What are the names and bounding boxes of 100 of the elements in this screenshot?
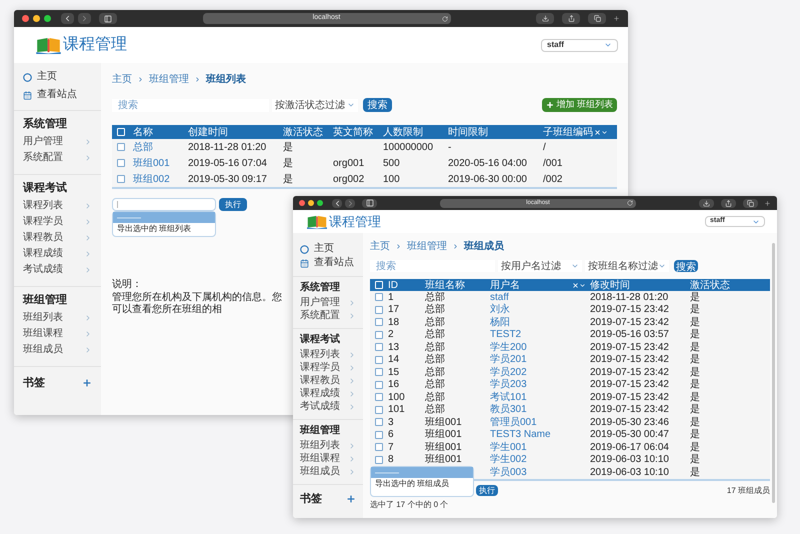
checkbox[interactable] — [117, 159, 125, 167]
download-button[interactable] — [536, 13, 554, 24]
checkbox[interactable] — [375, 318, 383, 326]
breadcrumb-link[interactable]: 班组成员 — [464, 239, 504, 254]
sidebar-item[interactable]: 班组课程 — [300, 452, 356, 465]
sidebar-link[interactable]: 主页 — [300, 243, 356, 255]
row-link[interactable]: staff — [490, 292, 509, 303]
chevron-down-icon[interactable] — [579, 282, 586, 288]
row-link[interactable]: 学生001 — [490, 442, 527, 453]
zoom-button[interactable] — [317, 200, 323, 206]
column-header[interactable]: 激活状态 — [690, 280, 730, 290]
add-bookmark-icon[interactable] — [82, 378, 92, 388]
menu-option[interactable]: 导出选中的 班组列表 — [113, 223, 215, 234]
reload-icon[interactable] — [442, 16, 448, 22]
row-link[interactable]: TEST2 — [490, 329, 522, 340]
sidebar-item[interactable]: 考试成绩 — [23, 262, 92, 278]
row-link[interactable]: 刘永 — [490, 304, 510, 316]
sidebar-item[interactable]: 考试成绩 — [300, 400, 356, 413]
checkbox[interactable] — [117, 175, 125, 183]
column-header[interactable]: ID — [388, 280, 398, 290]
sidebar-link[interactable]: 主页 — [23, 71, 92, 83]
sidebar-item[interactable]: 系统配置 — [23, 150, 92, 166]
back-button[interactable] — [332, 198, 342, 208]
sidebar-link[interactable]: 查看站点 — [23, 89, 92, 101]
breadcrumb-link[interactable]: 班组管理 — [407, 239, 447, 254]
row-link[interactable]: 班组001 — [133, 158, 170, 168]
sidebar-item[interactable]: 用户管理 — [23, 134, 92, 150]
add-bookmark-icon[interactable] — [346, 494, 356, 504]
share-button[interactable] — [562, 13, 580, 24]
checkbox[interactable] — [375, 393, 383, 402]
sidebar-item[interactable]: 班组成员 — [300, 465, 356, 478]
checkbox[interactable] — [375, 380, 383, 389]
new-tab-icon[interactable] — [764, 200, 771, 206]
checkbox[interactable] — [117, 143, 125, 151]
forward-button[interactable] — [345, 198, 355, 208]
sidebar-item[interactable]: 班组课程 — [23, 326, 92, 342]
breadcrumb-link[interactable]: 班组列表 — [206, 72, 246, 87]
breadcrumb-link[interactable]: 班组管理 — [149, 72, 189, 87]
minimize-button[interactable] — [33, 15, 40, 22]
filter-select[interactable]: 按用户名过滤 — [498, 260, 582, 272]
sidebar-item[interactable]: 课程学员 — [23, 214, 92, 230]
row-link[interactable]: 学员203 — [490, 379, 527, 390]
sidebar-item[interactable]: 班组列表 — [300, 439, 356, 452]
run-button[interactable]: 执行 — [476, 485, 498, 496]
zoom-button[interactable] — [44, 15, 51, 22]
download-button[interactable] — [699, 198, 714, 208]
filter-select[interactable]: 按班组名称过滤 — [585, 260, 669, 272]
checkbox[interactable] — [375, 356, 383, 364]
checkbox[interactable] — [375, 456, 383, 464]
column-header[interactable]: 子班组编码 — [543, 126, 593, 138]
column-header[interactable]: 人数限制 — [383, 126, 423, 138]
checkbox[interactable] — [375, 430, 383, 439]
sidebar-item[interactable]: 课程列表 — [23, 198, 92, 214]
checkbox[interactable] — [375, 343, 383, 352]
minimize-button[interactable] — [308, 200, 314, 206]
new-tab-icon[interactable] — [613, 15, 620, 22]
checkbox[interactable] — [375, 418, 383, 426]
sidebar-item[interactable]: 课程教员 — [23, 230, 92, 246]
sidebar-item[interactable]: 课程成绩 — [23, 246, 92, 262]
sidebar-toggle-button[interactable] — [99, 13, 117, 24]
user-select[interactable]: staff — [541, 38, 618, 52]
sidebar-item[interactable]: 系统配置 — [300, 309, 356, 322]
sidebar-item[interactable]: 课程教员 — [300, 374, 356, 387]
menu-option[interactable]: 导出选中的 班组成员 — [371, 478, 473, 489]
checkbox[interactable] — [375, 306, 383, 314]
checkbox[interactable] — [375, 406, 383, 414]
row-link[interactable]: 学员202 — [490, 366, 527, 378]
sidebar-item[interactable]: 班组成员 — [23, 342, 92, 358]
row-link[interactable]: 考试101 — [490, 392, 527, 403]
forward-button[interactable] — [78, 13, 91, 24]
close-button[interactable] — [299, 200, 305, 206]
column-header[interactable]: 班组名称 — [425, 280, 465, 290]
row-link[interactable]: 学生200 — [490, 342, 527, 353]
row-link[interactable]: 杨阳 — [490, 316, 510, 328]
breadcrumb-link[interactable]: 主页 — [370, 239, 390, 254]
sidebar-item[interactable]: 课程成绩 — [300, 387, 356, 400]
column-header[interactable]: 用户名 — [490, 280, 520, 290]
sidebar-item[interactable]: 课程列表 — [300, 348, 356, 361]
row-link[interactable]: 教员301 — [490, 404, 527, 416]
sidebar-item[interactable]: 课程学员 — [300, 361, 356, 374]
column-header[interactable]: 英文简称 — [333, 126, 373, 138]
breadcrumb-link[interactable]: 主页 — [112, 72, 132, 87]
search-field[interactable]: 搜索 — [370, 260, 495, 272]
column-header[interactable]: 激活状态 — [283, 126, 323, 138]
column-header[interactable]: 时间限制 — [448, 126, 488, 138]
search-button[interactable]: 搜索 — [363, 98, 392, 112]
row-link[interactable]: 管理员001 — [490, 416, 537, 428]
search-field[interactable]: 搜索 — [112, 98, 269, 112]
row-link[interactable]: 班组002 — [133, 174, 170, 184]
row-link[interactable]: 学员003 — [490, 466, 527, 478]
share-button[interactable] — [721, 198, 736, 208]
checkbox[interactable] — [375, 330, 383, 339]
tabs-button[interactable] — [743, 198, 758, 208]
row-link[interactable]: 学生002 — [490, 454, 527, 466]
run-button[interactable]: 执行 — [219, 198, 247, 211]
column-header[interactable]: 创建时间 — [188, 126, 228, 138]
add-button[interactable]: 增加 班组列表 — [542, 98, 617, 112]
row-link[interactable]: 学员201 — [490, 354, 527, 366]
back-button[interactable] — [61, 13, 74, 24]
sidebar-link[interactable]: 查看站点 — [300, 257, 356, 269]
